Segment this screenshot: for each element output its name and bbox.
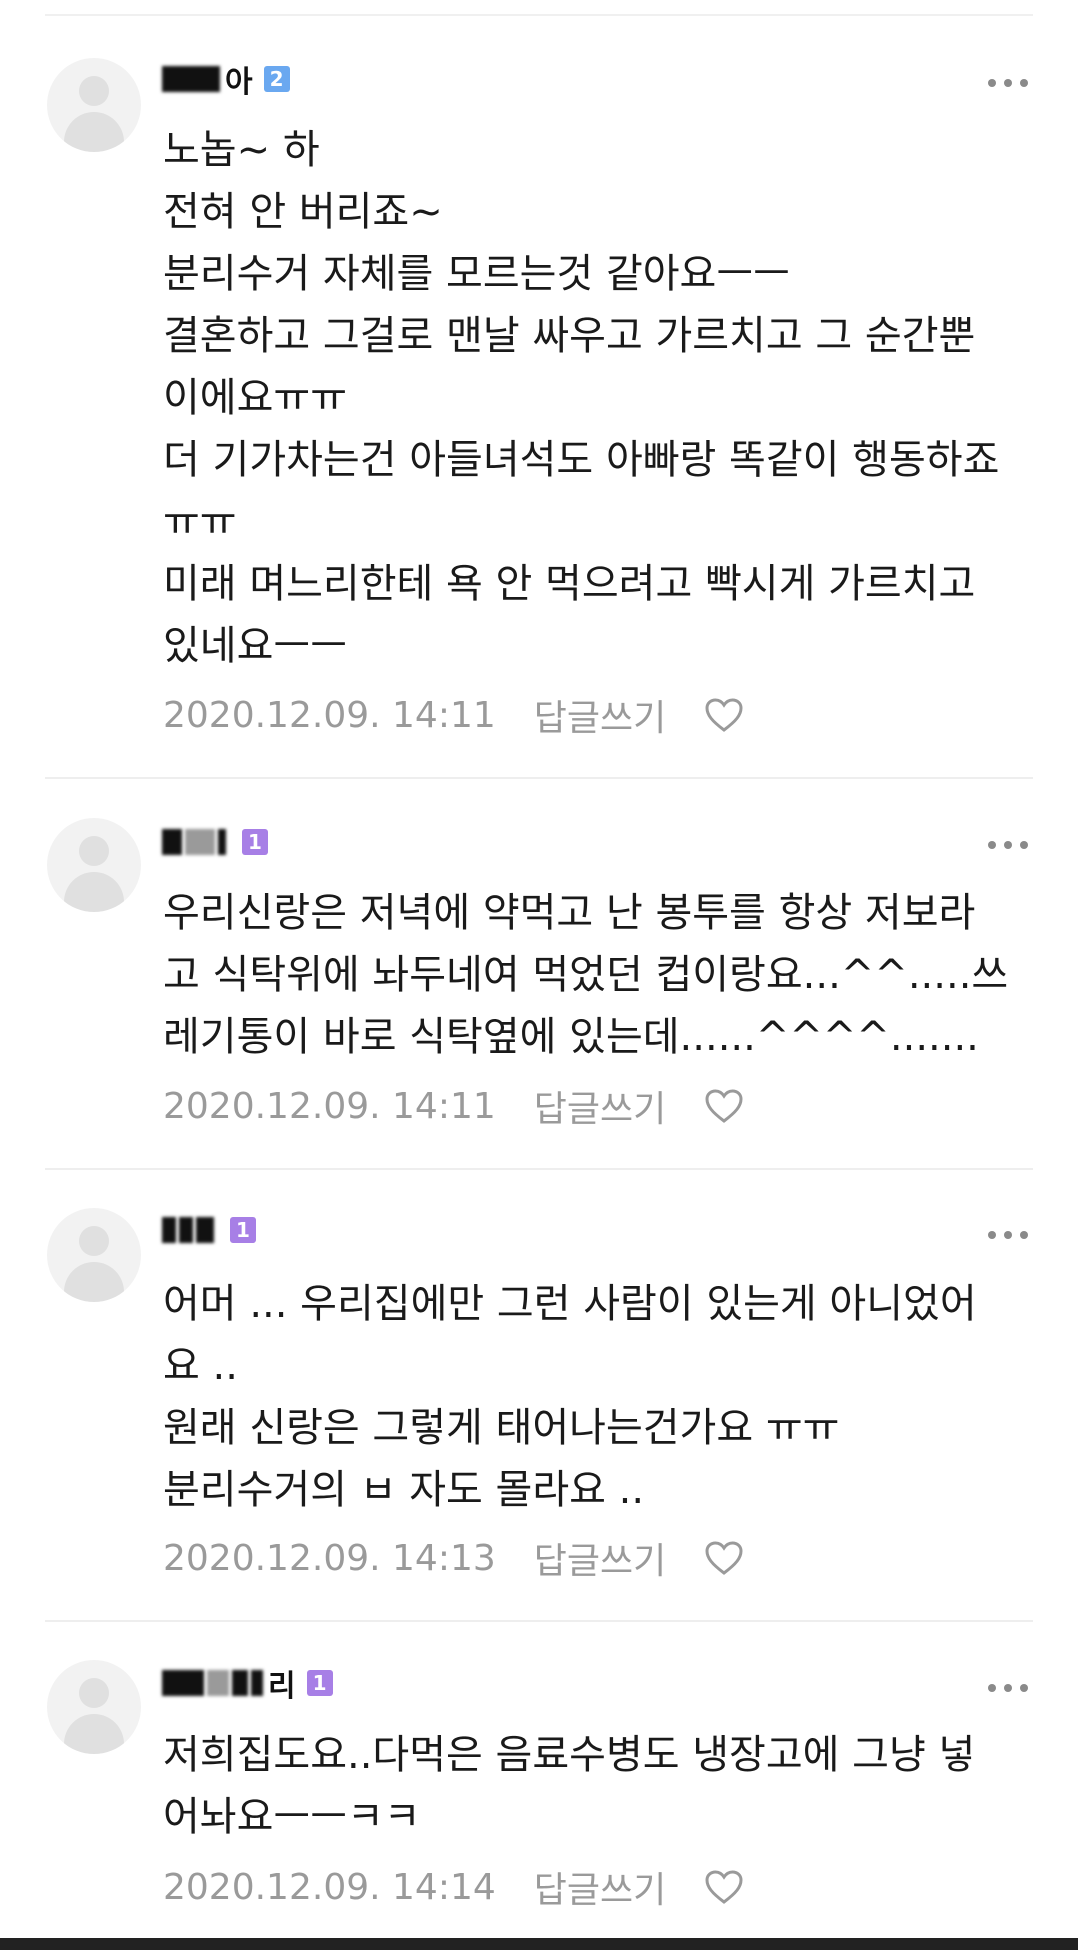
top-divider xyxy=(45,14,1033,16)
level-badge: 1 xyxy=(230,1217,256,1243)
avatar-icon[interactable] xyxy=(47,58,141,152)
comment-body: 노놉~ 하 전혀 안 버리죠~ 분리수거 자체를 모르는것 같아요ㅡㅡ 결혼하고… xyxy=(163,119,1043,677)
level-badge: 1 xyxy=(242,829,268,855)
reply-button[interactable]: 답글쓰기 xyxy=(534,689,666,741)
bottom-bar xyxy=(0,1938,1078,1950)
avatar-icon[interactable] xyxy=(47,818,141,912)
heart-icon[interactable] xyxy=(704,1540,744,1576)
avatar-icon[interactable] xyxy=(47,1208,141,1302)
reply-button[interactable]: 답글쓰기 xyxy=(534,1080,666,1132)
heart-icon[interactable] xyxy=(704,1088,744,1124)
comment-line: 원래 신랑은 그렇게 태어나는건가요 ㅠㅠ xyxy=(163,1405,840,1451)
comment-body: 우리신랑은 저녁에 약먹고 난 봉투를 항상 저보라 고 식탁위에 놔두네여 먹… xyxy=(163,882,1043,1068)
comment-line: 우리신랑은 저녁에 약먹고 난 봉투를 항상 저보라 xyxy=(163,890,976,936)
comment-divider xyxy=(45,777,1033,779)
comment-line: 고 식탁위에 놔두네여 먹었던 컵이랑요...^^.....쓰 xyxy=(163,952,1009,998)
comment-line: ㅠㅠ xyxy=(163,499,237,545)
comment-line: 어머 ... 우리집에만 그런 사람이 있는게 아니었어 xyxy=(163,1281,977,1327)
nickname-tail: 리 xyxy=(268,1669,296,1704)
heart-icon[interactable] xyxy=(704,697,744,733)
nickname-tail: 아 xyxy=(225,65,253,100)
comment-body: 어머 ... 우리집에만 그런 사람이 있는게 아니었어 요 .. 원래 신랑은… xyxy=(163,1273,1043,1521)
level-badge: 2 xyxy=(263,66,290,92)
reply-button[interactable]: 답글쓰기 xyxy=(534,1532,666,1584)
nickname[interactable]: 1 xyxy=(162,1213,256,1247)
more-icon[interactable] xyxy=(988,73,1028,93)
comment-date: 2020.12.09. 14:13 xyxy=(163,1537,496,1579)
comment-line: 레기통이 바로 식탁옆에 있는데......^^^^....... xyxy=(163,1014,979,1060)
comment-line: 미래 며느리한테 욕 안 먹으려고 빡시게 가르치고 xyxy=(163,561,976,607)
avatar-icon[interactable] xyxy=(47,1660,141,1754)
comment-line: 결혼하고 그걸로 맨날 싸우고 가르치고 그 순간뿐 xyxy=(163,313,976,359)
reply-button[interactable]: 답글쓰기 xyxy=(534,1861,666,1913)
comment-line: 노놉~ 하 xyxy=(163,127,320,173)
more-icon[interactable] xyxy=(988,1678,1028,1698)
comment-date: 2020.12.09. 14:11 xyxy=(163,694,496,736)
comment-line: 요 .. xyxy=(163,1343,238,1389)
comment-date: 2020.12.09. 14:14 xyxy=(163,1866,496,1908)
comment-line: 전혀 안 버리죠~ xyxy=(163,189,443,235)
level-badge: 1 xyxy=(306,1670,333,1696)
more-icon[interactable] xyxy=(988,1225,1028,1245)
more-icon[interactable] xyxy=(988,835,1028,855)
nickname[interactable]: 1 xyxy=(162,825,268,859)
comment-line: 더 기가차는건 아들녀석도 아빠랑 똑같이 행동하죠 xyxy=(163,437,1000,483)
comment-line: 어놔요ㅡㅡㅋㅋ xyxy=(163,1794,421,1840)
comment-date: 2020.12.09. 14:11 xyxy=(163,1085,496,1127)
comment-divider xyxy=(45,1620,1033,1622)
nickname[interactable]: 리 1 xyxy=(162,1666,333,1704)
heart-icon[interactable] xyxy=(704,1869,744,1905)
comment-line: 저희집도요..다먹은 음료수병도 냉장고에 그냥 넣 xyxy=(163,1732,976,1778)
comment-line: 분리수거 자체를 모르는것 같아요ㅡㅡ xyxy=(163,251,790,297)
comment-line: 분리수거의 ㅂ 자도 몰라요 .. xyxy=(163,1467,645,1513)
comment-divider xyxy=(45,1168,1033,1170)
comment-body: 저희집도요..다먹은 음료수병도 냉장고에 그냥 넣 어놔요ㅡㅡㅋㅋ xyxy=(163,1724,1043,1848)
comment-line: 있네요ㅡㅡ xyxy=(163,623,347,669)
comment-line: 이에요ㅠㅠ xyxy=(163,375,347,421)
nickname[interactable]: 아 2 xyxy=(162,62,290,100)
